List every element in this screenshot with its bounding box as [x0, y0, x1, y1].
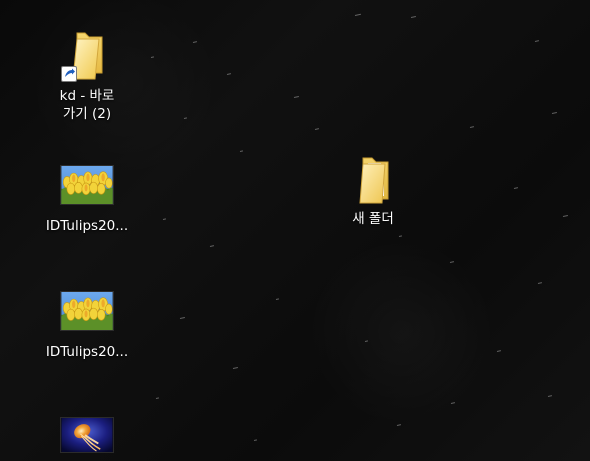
- desktop-icon-label: 새 폴더: [352, 211, 394, 227]
- background-speck: [496, 350, 502, 352]
- desktop-icon-jellyfish[interactable]: [45, 409, 129, 461]
- background-speck: [232, 366, 238, 369]
- tulips-thumbnail: [60, 165, 114, 205]
- shortcut-arrow-icon: [61, 66, 77, 82]
- background-speck: [150, 56, 155, 58]
- desktop-icon-idtulips-1[interactable]: IDTulips20...: [45, 157, 129, 235]
- background-speck: [396, 424, 402, 426]
- background-speck: [450, 402, 456, 404]
- background-speck: [209, 245, 215, 247]
- background-speck: [314, 128, 320, 130]
- background-speck: [155, 397, 160, 399]
- desktop-icon-label: IDTulips20...: [45, 218, 129, 234]
- background-speck: [354, 13, 361, 16]
- background-speck: [239, 150, 244, 152]
- background-speck: [537, 282, 543, 284]
- desktop: kd - 바로 가기 (2) IDTulips20... IDTulips20.…: [0, 0, 590, 461]
- background-speck: [226, 73, 232, 75]
- desktop-icon-label: kd - 바로 가기 (2): [59, 88, 115, 122]
- background-speck: [551, 111, 557, 114]
- tulips-thumbnail: [60, 291, 114, 331]
- background-speck: [534, 40, 540, 42]
- background-speck: [275, 298, 280, 300]
- background-speck: [513, 187, 519, 189]
- background-speck: [562, 214, 568, 217]
- background-speck: [364, 340, 369, 342]
- background-speck: [183, 117, 188, 119]
- tulips-image-icon: [59, 157, 115, 213]
- desktop-icon-new-folder[interactable]: 새 폴더: [331, 150, 415, 228]
- background-speck: [547, 395, 553, 397]
- folder-icon: [345, 150, 401, 206]
- background-speck: [293, 95, 299, 98]
- desktop-icon-label: IDTulips20...: [45, 344, 129, 360]
- jellyfish-image-icon: [59, 409, 115, 461]
- tulips-image-icon: [59, 283, 115, 339]
- background-speck: [410, 15, 416, 18]
- desktop-icon-idtulips-2[interactable]: IDTulips20...: [45, 283, 129, 361]
- background-speck: [398, 235, 403, 237]
- background-speck: [162, 218, 167, 220]
- background-speck: [469, 126, 475, 128]
- background-speck: [192, 41, 198, 43]
- shortcut-folder-icon: [59, 27, 115, 83]
- background-speck: [449, 261, 455, 263]
- jellyfish-thumbnail: [60, 417, 114, 453]
- background-speck: [253, 439, 258, 441]
- desktop-icon-kd-shortcut[interactable]: kd - 바로 가기 (2): [45, 27, 129, 123]
- background-speck: [179, 316, 185, 319]
